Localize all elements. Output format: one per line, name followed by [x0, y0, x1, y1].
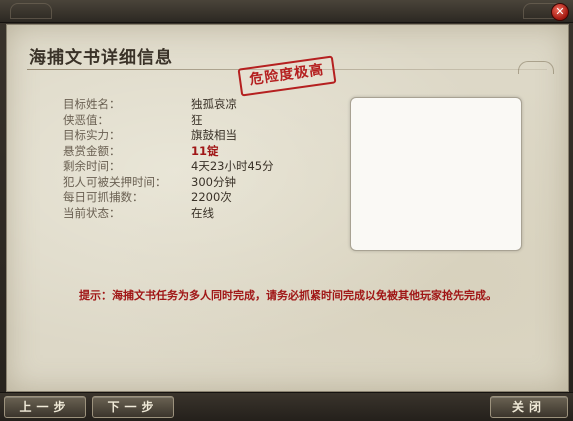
info-row-karma: 侠恶值： 狂	[63, 113, 274, 129]
prev-step-button[interactable]: 上一步	[4, 396, 86, 418]
page-title: 海捕文书详细信息	[29, 48, 173, 68]
info-row-reward: 悬赏金额： 11锭	[63, 144, 274, 160]
info-row-target-name: 目标姓名： 独孤哀凉	[63, 97, 274, 113]
field-label: 剩余时间：	[63, 159, 121, 173]
cloud-ornament-icon	[518, 61, 554, 74]
field-label: 目标实力：	[63, 128, 121, 142]
info-row-daily-captures: 每日可抓捕数： 2200次	[63, 190, 274, 206]
info-row-detention-time: 犯人可被关押时间： 300分钟	[63, 175, 274, 191]
close-button[interactable]: 关闭	[490, 396, 568, 418]
field-value: 300分钟	[191, 174, 236, 189]
field-label: 当前状态：	[63, 205, 121, 220]
bounty-window: ✕ 海捕文书详细信息 危险度极高 目标姓名： 独孤哀凉 侠恶值： 狂 目标实力：…	[0, 0, 573, 421]
field-label: 悬赏金额：	[63, 143, 121, 158]
bounty-info-list: 目标姓名： 独孤哀凉 侠恶值： 狂 目标实力： 旗鼓相当 悬赏金额： 11锭 剩…	[63, 97, 274, 221]
info-row-remaining-time: 剩余时间： 4天23小时45分	[63, 159, 274, 175]
window-title-bar: ✕	[0, 0, 573, 23]
field-value: 旗鼓相当	[191, 128, 237, 142]
info-row-strength: 目标实力： 旗鼓相当	[63, 128, 274, 144]
parchment-panel: 海捕文书详细信息 危险度极高 目标姓名： 独孤哀凉 侠恶值： 狂 目标实力： 旗…	[6, 24, 569, 392]
info-row-status: 当前状态： 在线	[63, 206, 274, 222]
hint-text: 提示：海捕文书任务为多人同时完成，请务必抓紧时间完成以免被其他玩家抢先完成。	[79, 289, 497, 302]
field-label: 每日可抓捕数：	[63, 190, 144, 204]
field-value: 2200次	[191, 190, 232, 204]
cloud-ornament-icon	[10, 3, 52, 19]
field-value: 在线	[191, 205, 214, 220]
field-value: 11锭	[191, 143, 219, 158]
field-label: 目标姓名：	[63, 97, 121, 111]
close-icon[interactable]: ✕	[551, 3, 569, 21]
danger-stamp: 危险度极高	[237, 55, 337, 97]
target-portrait	[350, 97, 522, 251]
field-label: 犯人可被关押时间：	[63, 174, 167, 189]
field-label: 侠恶值：	[63, 112, 109, 127]
next-step-button[interactable]: 下一步	[92, 396, 174, 418]
field-value: 独孤哀凉	[191, 97, 237, 111]
field-value: 4天23小时45分	[191, 159, 274, 173]
field-value: 狂	[191, 112, 203, 127]
